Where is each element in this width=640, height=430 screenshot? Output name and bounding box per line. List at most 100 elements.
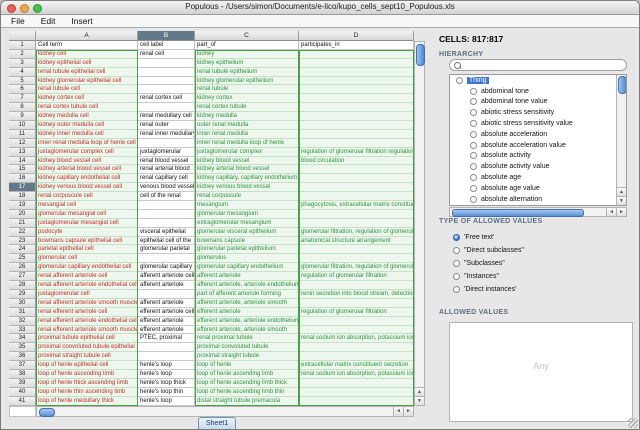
hierarchy-hscroll-thumb[interactable]	[452, 209, 584, 217]
row-number[interactable]: 41	[9, 397, 36, 406]
row-number[interactable]: 12	[9, 139, 36, 148]
cell[interactable]: kidney cell	[36, 50, 138, 59]
scroll-down-icon[interactable]: ▼	[415, 396, 424, 405]
row-number[interactable]: 15	[9, 165, 36, 174]
cell[interactable]: glomerular filtration, regulation of glo…	[299, 263, 414, 272]
cell[interactable]: afferent arteriole, arteriole endotheliu…	[195, 281, 299, 290]
row-number[interactable]: 17	[9, 183, 36, 192]
cell[interactable]: loop of henle thick ascending limb	[36, 379, 138, 388]
cell[interactable]: kidney blood vessel cell	[36, 157, 138, 166]
cell[interactable]: loop of henle epithelial cell	[36, 361, 138, 370]
cell[interactable]: efferent arteriole	[138, 326, 195, 335]
radio-icon[interactable]	[470, 109, 477, 116]
cell[interactable]	[299, 299, 414, 308]
scroll-up-icon[interactable]: ▲	[415, 387, 424, 396]
cell[interactable]: juxtaglomerular complex	[195, 148, 299, 157]
cell[interactable]: bowmans capsule	[195, 237, 299, 246]
cell[interactable]: kidney epithelial cell	[36, 59, 138, 68]
row-number[interactable]: 31	[9, 308, 36, 317]
cell[interactable]	[138, 343, 195, 352]
hierarchy-item[interactable]: absolute alternation	[450, 194, 626, 205]
cell[interactable]: afferent arteriole	[138, 281, 195, 290]
cell[interactable]: kidney arterial blood vessel cell	[36, 165, 138, 174]
hierarchy-scroll-right-icon[interactable]: ►	[616, 208, 626, 216]
allowed-values-type-option[interactable]: "Instances"	[453, 270, 524, 283]
resize-grip[interactable]	[628, 418, 638, 428]
cell[interactable]: afferent arteriole	[138, 299, 195, 308]
row-number[interactable]: 21	[9, 219, 36, 228]
radio-icon[interactable]	[456, 77, 463, 84]
cell[interactable]: proximal straight tubule cell	[36, 352, 138, 361]
cell[interactable]: renal afferent arteriole cell	[36, 272, 138, 281]
hierarchy-item[interactable]: abiotic stress sensitivity	[450, 107, 626, 118]
cell[interactable]: proximal convoluted tubule epithelial	[36, 343, 138, 352]
scroll-left-icon[interactable]: ◄	[393, 407, 403, 416]
cell[interactable]: renal sodium ion absorption, potassium i…	[299, 370, 414, 379]
row-number[interactable]: 14	[9, 157, 36, 166]
cell[interactable]: renal efferent arteriole cell	[36, 308, 138, 317]
table-horizontal-scrollbar[interactable]: ◄ ►	[36, 406, 414, 417]
cell[interactable]	[299, 326, 414, 335]
cell[interactable]	[138, 219, 195, 228]
row-number[interactable]: 5	[9, 77, 36, 86]
row-number[interactable]: 9	[9, 112, 36, 121]
cell[interactable]: henle's loop	[138, 397, 195, 406]
row-number[interactable]: 10	[9, 121, 36, 130]
row-number[interactable]: 16	[9, 174, 36, 183]
hierarchy-item[interactable]: absolute acceleration value	[450, 140, 626, 151]
cell[interactable]	[299, 94, 414, 103]
cell[interactable]	[299, 77, 414, 86]
cell[interactable]: inner renal medulla loop of henle	[195, 139, 299, 148]
row-number[interactable]: 23	[9, 237, 36, 246]
row-number[interactable]: 37	[9, 361, 36, 370]
cell[interactable]: blood circulation	[299, 157, 414, 166]
cell[interactable]: juxtaglomerular	[138, 148, 195, 157]
cell[interactable]	[299, 121, 414, 130]
cell[interactable]	[299, 68, 414, 77]
cell[interactable]: renal cortex tubule	[195, 103, 299, 112]
cell[interactable]	[138, 139, 195, 148]
cell[interactable]	[299, 343, 414, 352]
cell[interactable]: efferent arteriole, arteriole endotheliu…	[195, 317, 299, 326]
cell[interactable]: glomerular parietal	[138, 245, 195, 254]
row-number[interactable]: 40	[9, 388, 36, 397]
cell[interactable]: kidney glomerular epithelium	[195, 77, 299, 86]
menu-edit[interactable]: Edit	[41, 16, 56, 26]
cell[interactable]: renal tubule	[195, 85, 299, 94]
cell[interactable]: inner renal medulla loop of henle cell	[36, 139, 138, 148]
allowed-values-type-option[interactable]: "Subclasses"	[453, 257, 524, 270]
cell[interactable]: renal proximal tubule	[195, 334, 299, 343]
cell[interactable]	[299, 183, 414, 192]
cell[interactable]: kidney arterial blood vessel	[195, 165, 299, 174]
cell[interactable]: juxtaglomerular complex cell	[36, 148, 138, 157]
cell[interactable]: kidney venous blood vessel cell	[36, 183, 138, 192]
corner-cell[interactable]	[9, 31, 36, 41]
row-number[interactable]: 13	[9, 148, 36, 157]
cell[interactable]	[299, 352, 414, 361]
cell[interactable]: renal blood vessel	[138, 157, 195, 166]
cell[interactable]	[138, 352, 195, 361]
cell[interactable]: renal tubule epithelial cell	[36, 68, 138, 77]
cell[interactable]	[299, 50, 414, 59]
cell[interactable]	[299, 174, 414, 183]
cell[interactable]: loop of henle ascending limb	[195, 370, 299, 379]
cell[interactable]: henle's loop thick	[138, 379, 195, 388]
radio-icon[interactable]	[470, 98, 477, 105]
cell[interactable]	[299, 59, 414, 68]
radio-icon[interactable]	[453, 260, 460, 267]
radio-icon[interactable]	[453, 273, 460, 280]
cell[interactable]: glomerular capillary endothelium	[195, 263, 299, 272]
row-number[interactable]: 7	[9, 94, 36, 103]
cell[interactable]: regulation of glomerular filtration	[299, 308, 414, 317]
table-vscroll-thumb[interactable]	[416, 44, 425, 66]
hierarchy-item[interactable]: abdominal tone value	[450, 97, 626, 108]
cell[interactable]	[299, 281, 414, 290]
cell[interactable]: glomerular visceral epithelium	[195, 228, 299, 237]
cell[interactable]: outer renal medulla	[195, 121, 299, 130]
cell[interactable]: renal inner medullary	[138, 130, 195, 139]
radio-icon[interactable]	[453, 286, 460, 293]
cell[interactable]: afferent arteriole cell	[138, 272, 195, 281]
cell[interactable]: loop of henle ascending limb thick	[195, 379, 299, 388]
cell[interactable]: efferent arteriole	[138, 317, 195, 326]
row-number[interactable]: 24	[9, 245, 36, 254]
